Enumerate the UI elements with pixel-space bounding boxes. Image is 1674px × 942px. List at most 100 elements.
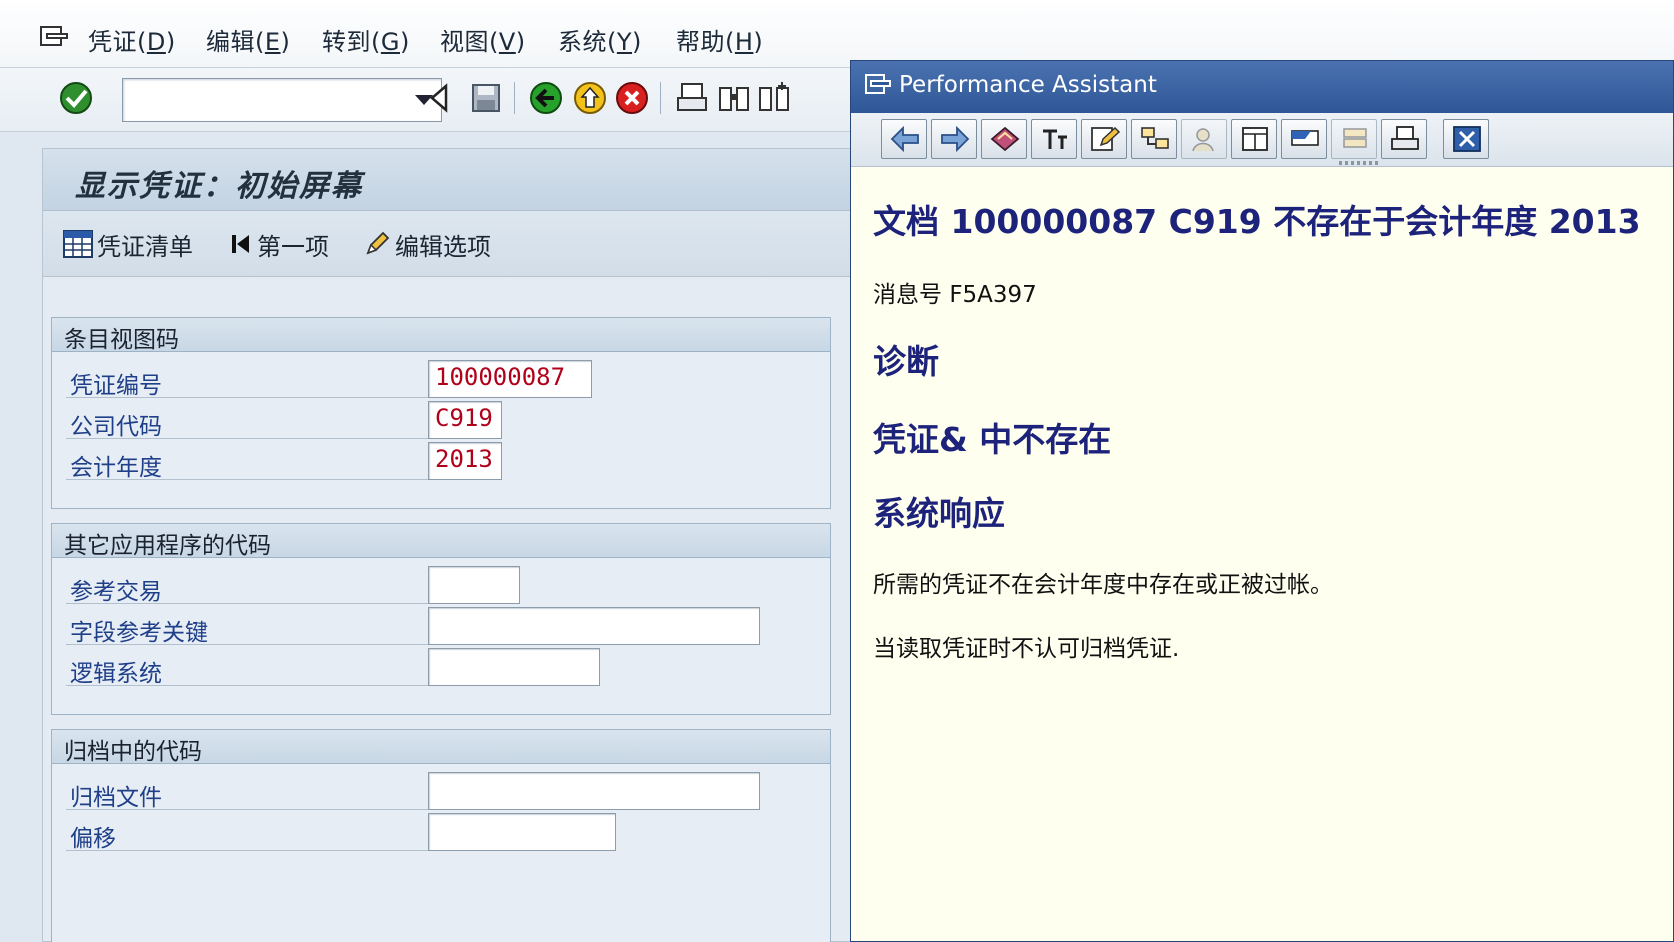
edit-options-label: 编辑选项 xyxy=(395,232,491,261)
toolbar-separator xyxy=(514,82,515,114)
field-label: 字段参考关键 xyxy=(70,620,208,646)
system-response-text: 所需的凭证不在会计年度中存在或正被过帐。 xyxy=(873,572,1333,598)
menu-goto[interactable]: 转到(G) xyxy=(322,22,410,57)
edit-button[interactable] xyxy=(1081,119,1127,159)
tools-icon xyxy=(1043,129,1067,149)
close-button[interactable] xyxy=(1443,119,1489,159)
field-label: 归档文件 xyxy=(70,785,162,811)
save-icon[interactable] xyxy=(468,80,504,116)
print-button[interactable] xyxy=(1381,119,1427,159)
menu-view[interactable]: 视图(V) xyxy=(440,22,526,57)
assistant-toolbar xyxy=(851,113,1673,167)
offset-field[interactable] xyxy=(428,813,616,851)
back-icon[interactable] xyxy=(528,80,564,116)
message-number: 消息号 F5A397 xyxy=(873,275,1037,309)
user-button[interactable] xyxy=(1181,119,1227,159)
main-screen: 显示凭证：初始屏幕 凭证清单 第一项 编辑选项 条目视图码 凭证编号 10000… xyxy=(42,148,860,942)
page-title: 显示凭证：初始屏幕 xyxy=(75,169,363,204)
reference-transaction-row: 参考交易 xyxy=(66,564,826,606)
title-bar: 显示凭证：初始屏幕 xyxy=(43,149,859,211)
command-field[interactable] xyxy=(122,78,442,122)
group-other-app-codes: 其它应用程序的代码 参考交易 字段参考关键 逻辑系统 xyxy=(51,523,831,715)
system-response-heading: 系统响应 xyxy=(873,494,1005,533)
diagnosis-heading: 诊断 xyxy=(873,342,939,381)
first-item-label: 第一项 xyxy=(257,232,329,261)
window-menu-icon[interactable] xyxy=(865,73,891,97)
field-label: 会计年度 xyxy=(70,455,162,481)
menu-edit[interactable]: 编辑(E) xyxy=(206,22,290,57)
edit-pencil-icon xyxy=(1091,126,1121,151)
field-label: 凭证编号 xyxy=(70,373,162,399)
document-icon xyxy=(1242,127,1268,151)
person-icon xyxy=(1192,128,1214,152)
message-heading: 文档 100000087 C919 不存在于会计年度 2013 xyxy=(873,202,1641,241)
print-icon[interactable] xyxy=(674,80,710,116)
glossary-button[interactable] xyxy=(981,119,1027,159)
archive-file-field[interactable] xyxy=(428,772,760,810)
toolbar-separator xyxy=(660,82,661,114)
related-topics-button[interactable] xyxy=(1131,119,1177,159)
logical-system-field[interactable] xyxy=(428,648,600,686)
group-archive-codes: 归档中的代码 归档文件 偏移 xyxy=(51,729,831,942)
first-page-icon xyxy=(232,235,249,253)
document-number-field[interactable]: 100000087 xyxy=(428,360,592,398)
company-code-row: 公司代码 C919 xyxy=(66,399,826,441)
field-label: 公司代码 xyxy=(70,414,162,440)
find-next-icon[interactable] xyxy=(756,80,792,116)
menu-help[interactable]: 帮助(H) xyxy=(676,22,763,57)
structure-icon xyxy=(1141,127,1169,149)
menu-system[interactable]: 系统(Y) xyxy=(558,22,642,57)
menu-bar: 凭证(D) 编辑(E) 转到(G) 视图(V) 系统(Y) 帮助(H) xyxy=(0,0,1674,68)
back-button[interactable] xyxy=(881,119,927,159)
enter-checkmark-icon[interactable] xyxy=(58,80,94,116)
field-label: 逻辑系统 xyxy=(70,661,162,687)
document-number-row: 凭证编号 100000087 xyxy=(66,358,826,400)
group-title: 其它应用程序的代码 xyxy=(52,524,830,559)
application-toolbar: 凭证清单 第一项 编辑选项 xyxy=(43,211,859,277)
fiscal-year-field[interactable]: 2013 xyxy=(428,442,502,480)
group-entry-view: 条目视图码 凭证编号 100000087 公司代码 C919 会计年度 2013 xyxy=(51,317,831,509)
assistant-title: Performance Assistant xyxy=(899,72,1157,98)
menu-voucher[interactable]: 凭证(D) xyxy=(88,22,176,57)
arrow-right-icon xyxy=(941,125,970,153)
stack-icon xyxy=(1343,128,1367,148)
diagnosis-text: 凭证& 中不存在 xyxy=(873,420,1112,459)
first-item-button[interactable]: 第一项 xyxy=(229,227,329,261)
find-icon[interactable] xyxy=(716,80,752,116)
attach-button[interactable] xyxy=(1331,119,1377,159)
resize-grip[interactable] xyxy=(1339,161,1379,165)
book-icon xyxy=(990,126,1020,152)
settings-button[interactable] xyxy=(1281,119,1327,159)
table-icon xyxy=(63,230,93,258)
application-help-button[interactable] xyxy=(1231,119,1277,159)
arrow-left-icon xyxy=(890,125,919,153)
printer-icon xyxy=(1391,126,1419,150)
cancel-icon[interactable] xyxy=(614,80,650,116)
performance-assistant-window: Performance Assistant 文档 100000087 C919 … xyxy=(850,60,1674,942)
archive-file-row: 归档文件 xyxy=(66,770,826,812)
collapse-left-icon[interactable] xyxy=(422,80,458,116)
assistant-title-bar[interactable]: Performance Assistant xyxy=(851,61,1673,113)
company-code-field[interactable]: C919 xyxy=(428,401,502,439)
message-number-value: F5A397 xyxy=(949,282,1037,308)
reference-transaction-field[interactable] xyxy=(428,566,520,604)
group-title: 归档中的代码 xyxy=(52,730,830,765)
edit-options-button[interactable]: 编辑选项 xyxy=(363,227,491,261)
forward-button[interactable] xyxy=(931,119,977,159)
close-icon xyxy=(1453,126,1481,152)
system-menu-icon[interactable] xyxy=(40,26,68,48)
reference-key-row: 字段参考关键 xyxy=(66,605,826,647)
message-number-label: 消息号 xyxy=(873,282,942,308)
document-list-button[interactable]: 凭证清单 xyxy=(63,227,193,261)
archive-note-text: 当读取凭证时不认可归档凭证. xyxy=(873,636,1180,662)
reference-key-field[interactable] xyxy=(428,607,760,645)
technical-info-button[interactable] xyxy=(1031,119,1077,159)
offset-row: 偏移 xyxy=(66,811,826,853)
document-list-label: 凭证清单 xyxy=(97,232,193,261)
group-title: 条目视图码 xyxy=(52,318,830,353)
field-label: 参考交易 xyxy=(70,579,162,605)
flag-icon xyxy=(1291,130,1319,146)
logical-system-row: 逻辑系统 xyxy=(66,646,826,688)
fiscal-year-row: 会计年度 2013 xyxy=(66,440,826,482)
exit-icon[interactable] xyxy=(572,80,608,116)
